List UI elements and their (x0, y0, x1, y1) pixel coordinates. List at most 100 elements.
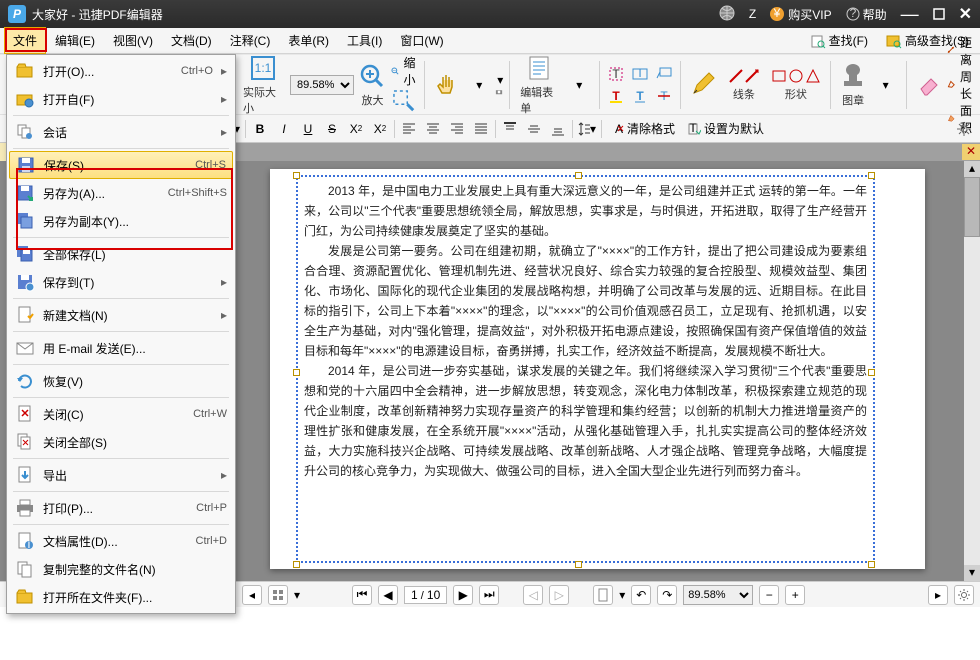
next-page-button[interactable]: ▶ (453, 585, 473, 605)
rotate-right-icon[interactable]: ↷ (657, 585, 677, 605)
menu-open-folder[interactable]: 打开所在文件夹(F)... (9, 583, 233, 611)
status-chevron[interactable]: ▾ (294, 588, 300, 602)
stamp-button[interactable]: 图章 (837, 60, 870, 110)
italic-icon[interactable]: I (274, 119, 294, 139)
eraser-button[interactable] (912, 69, 945, 101)
text-edit-icon[interactable]: T (606, 64, 626, 84)
status-chevron-left[interactable]: ◂ (242, 585, 262, 605)
align-left-icon[interactable] (399, 119, 419, 139)
hand-small[interactable]: ▾ (465, 76, 493, 94)
menu-close-all[interactable]: 关闭全部(S) (9, 428, 233, 456)
valign-top-icon[interactable] (500, 119, 520, 139)
menu-doc-props[interactable]: i文档属性(D)...Ctrl+D (9, 527, 233, 555)
underline-text-icon[interactable]: T (630, 86, 650, 106)
nav-back-button[interactable]: ◁ (523, 585, 543, 605)
menu-save-as[interactable]: 另存为(A)...Ctrl+Shift+S (9, 179, 233, 207)
shapes-button[interactable]: 形状 (768, 66, 824, 104)
text-selection-box[interactable]: 2013 年，是中国电力工业发展史上具有重大深远意义的一年，是公司组建并正式 运… (296, 175, 875, 563)
resize-handle[interactable] (868, 369, 875, 376)
menu-save-as-copy[interactable]: 另存为副本(Y)... (9, 207, 233, 235)
perimeter-button[interactable]: 周长 (947, 68, 974, 102)
maximize-button[interactable] (933, 8, 945, 20)
lines-button[interactable]: 线条 (722, 66, 766, 104)
actual-size-button[interactable]: 1:1实际大小 (239, 52, 286, 118)
rotate-left-icon[interactable]: ↶ (631, 585, 651, 605)
hand-tool-button[interactable] (430, 69, 463, 101)
align-right-icon[interactable] (447, 119, 467, 139)
close-button[interactable]: ✕ (959, 4, 972, 24)
edit-form-button[interactable]: 编辑表单 (516, 52, 563, 118)
superscript-icon[interactable]: X2 (370, 119, 390, 139)
prev-page-button[interactable]: ◀ (378, 585, 398, 605)
first-page-button[interactable]: ⏮ (352, 585, 372, 605)
layout-arrow[interactable]: ▾ (619, 588, 625, 602)
vertical-scrollbar[interactable]: ▴ ▾ (964, 161, 980, 581)
status-grid-icon[interactable] (268, 585, 288, 605)
single-page-icon[interactable] (593, 585, 613, 605)
menu-save[interactable]: 保存(S)Ctrl+S (9, 151, 233, 179)
menu-tool[interactable]: 工具(I) (338, 27, 391, 54)
edit-form-arrow[interactable]: ▾ (565, 76, 593, 94)
zoom-out-small[interactable]: 缩小 (391, 54, 418, 88)
resize-handle[interactable] (868, 172, 875, 179)
line-spacing-icon[interactable]: ▾ (577, 119, 597, 139)
user-initial[interactable]: Z (749, 7, 756, 21)
help-button[interactable]: ?帮助 (846, 6, 887, 23)
zoom-in-button[interactable]: 放大 (356, 60, 389, 110)
menu-file[interactable]: 文件 (4, 27, 46, 54)
search-button[interactable]: 查找(F) (803, 29, 875, 52)
align-justify-icon[interactable] (471, 119, 491, 139)
menu-table[interactable]: 表单(R) (279, 27, 338, 54)
distance-button[interactable]: 距离 (947, 34, 974, 68)
menu-window[interactable]: 窗口(W) (391, 27, 452, 54)
menu-session[interactable]: 会话▸ (9, 118, 233, 146)
bold-icon[interactable]: B (250, 119, 270, 139)
close-tab-icon[interactable]: ✕ (962, 144, 980, 160)
strike-text-icon[interactable]: T (654, 86, 674, 106)
menu-document[interactable]: 文档(D) (162, 27, 221, 54)
subscript-icon[interactable]: X2 (346, 119, 366, 139)
resize-handle[interactable] (868, 561, 875, 568)
menu-new-document[interactable]: 新建文档(N)▸ (9, 301, 233, 329)
select-text-button[interactable]: ▾ (495, 73, 503, 87)
zoom-in-status[interactable]: + (785, 585, 805, 605)
status-zoom-select[interactable]: 89.58% (683, 585, 753, 605)
globe-icon[interactable] (719, 5, 735, 24)
gear-icon[interactable] (954, 119, 974, 139)
menu-email[interactable]: 用 E-mail 发送(E)... (9, 334, 233, 362)
zoom-select[interactable]: 89.58% (290, 75, 354, 95)
menu-view[interactable]: 视图(V) (104, 27, 162, 54)
resize-handle[interactable] (293, 369, 300, 376)
status-gear-icon[interactable] (954, 585, 974, 605)
stamp-arrow[interactable]: ▾ (872, 76, 900, 94)
menu-export[interactable]: 导出▸ (9, 461, 233, 489)
minimize-button[interactable]: — (901, 4, 919, 25)
callout-icon[interactable] (654, 64, 674, 84)
menu-edit[interactable]: 编辑(E) (46, 27, 104, 54)
page-indicator[interactable]: 1 / 10 (404, 586, 447, 604)
set-default-button[interactable]: T设置为默认 (683, 120, 768, 137)
resize-handle[interactable] (293, 172, 300, 179)
strike-icon[interactable]: S (322, 119, 342, 139)
menu-comment[interactable]: 注释(C) (221, 27, 280, 54)
text-box-icon[interactable]: T (630, 64, 650, 84)
menu-save-to[interactable]: 保存到(T)▸ (9, 268, 233, 296)
menu-restore[interactable]: 恢复(V) (9, 367, 233, 395)
clear-format-button[interactable]: A清除格式 (606, 120, 679, 137)
highlight-icon[interactable]: T (606, 86, 626, 106)
valign-middle-icon[interactable] (524, 119, 544, 139)
zoom-select-small[interactable] (391, 88, 418, 115)
snapshot-button[interactable] (495, 88, 503, 96)
status-chevron-right[interactable]: ▸ (928, 585, 948, 605)
resize-handle[interactable] (575, 172, 582, 179)
align-center-icon[interactable] (423, 119, 443, 139)
underline-icon[interactable]: U (298, 119, 318, 139)
menu-copy-fullname[interactable]: 复制完整的文件名(N) (9, 555, 233, 583)
resize-handle[interactable] (575, 561, 582, 568)
menu-open[interactable]: 打开(O)...Ctrl+O▸ (9, 57, 233, 85)
last-page-button[interactable]: ⏭ (479, 585, 499, 605)
pencil-button[interactable] (687, 69, 720, 101)
zoom-out-status[interactable]: − (759, 585, 779, 605)
nav-fwd-button[interactable]: ▷ (549, 585, 569, 605)
menu-print[interactable]: 打印(P)...Ctrl+P (9, 494, 233, 522)
